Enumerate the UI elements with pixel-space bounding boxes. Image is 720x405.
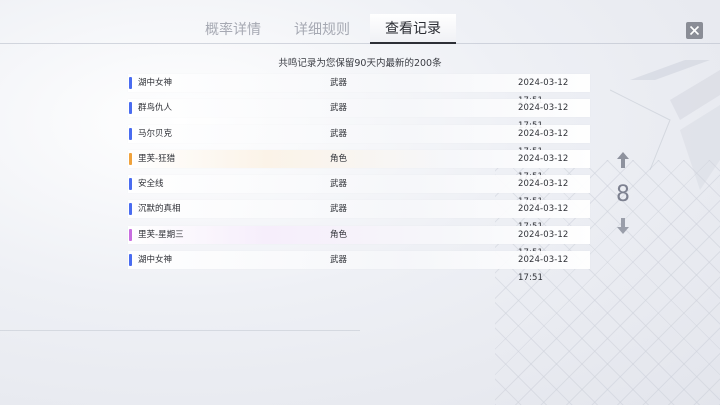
record-type: 武器 xyxy=(330,255,348,266)
rarity-bar xyxy=(129,228,132,241)
pager: 8 xyxy=(612,152,634,242)
record-row: 湖中女神 武器 2024-03-12 17:51 xyxy=(128,251,590,283)
tab-detailed-rules[interactable]: 详细规则 xyxy=(276,14,368,44)
record-type: 武器 xyxy=(330,78,348,88)
record-name: 湖中女神 xyxy=(138,78,173,88)
close-button[interactable] xyxy=(686,22,703,39)
records-list: 湖中女神 武器 2024-03-12 17:51 群鸟仇人 武器 2024-03… xyxy=(128,74,590,283)
record-type: 武器 xyxy=(330,204,348,215)
record-row: 里芙-星期三 角色 2024-03-12 17:51 xyxy=(128,225,590,258)
divider-line xyxy=(0,330,360,331)
record-name: 里芙-星期三 xyxy=(138,229,184,240)
rarity-bar xyxy=(129,102,132,115)
rarity-bar xyxy=(129,152,132,165)
page-number: 8 xyxy=(616,182,630,207)
record-type: 武器 xyxy=(330,103,348,114)
record-row: 马尔贝克 武器 2024-03-12 17:51 xyxy=(128,124,590,157)
arrow-down-icon[interactable] xyxy=(617,218,629,234)
rarity-bar xyxy=(129,77,132,89)
tab-bar: 概率详情 详细规则 查看记录 xyxy=(190,14,456,44)
tab-view-records[interactable]: 查看记录 xyxy=(370,14,456,44)
record-type: 武器 xyxy=(330,128,348,139)
record-name: 安全线 xyxy=(138,179,164,190)
record-type: 角色 xyxy=(330,229,348,240)
record-name: 里芙-狂猎 xyxy=(138,153,176,164)
arrow-up-icon[interactable] xyxy=(617,152,629,168)
rarity-bar xyxy=(129,127,132,140)
record-type: 武器 xyxy=(330,179,348,190)
record-name: 群鸟仇人 xyxy=(138,103,173,114)
record-row: 安全线 武器 2024-03-12 17:51 xyxy=(128,175,590,207)
rarity-bar xyxy=(129,203,132,216)
tab-probability-details[interactable]: 概率详情 xyxy=(190,14,276,44)
record-notice: 共鸣记录为您保留90天内最新的200条 xyxy=(278,58,442,69)
record-name: 沉默的真相 xyxy=(138,204,181,215)
rarity-bar xyxy=(129,254,132,267)
record-time: 2024-03-12 17:51 xyxy=(518,255,569,284)
record-name: 马尔贝克 xyxy=(138,128,173,139)
record-row: 群鸟仇人 武器 2024-03-12 17:51 xyxy=(128,99,590,131)
record-name: 湖中女神 xyxy=(138,255,173,266)
rarity-bar xyxy=(129,178,132,191)
record-row: 里芙-狂猎 角色 2024-03-12 17:51 xyxy=(128,149,590,182)
close-icon xyxy=(689,25,700,36)
record-row: 湖中女神 武器 2024-03-12 17:51 xyxy=(128,74,590,106)
record-row: 沉默的真相 武器 2024-03-12 17:51 xyxy=(128,200,590,232)
record-type: 角色 xyxy=(330,153,348,164)
